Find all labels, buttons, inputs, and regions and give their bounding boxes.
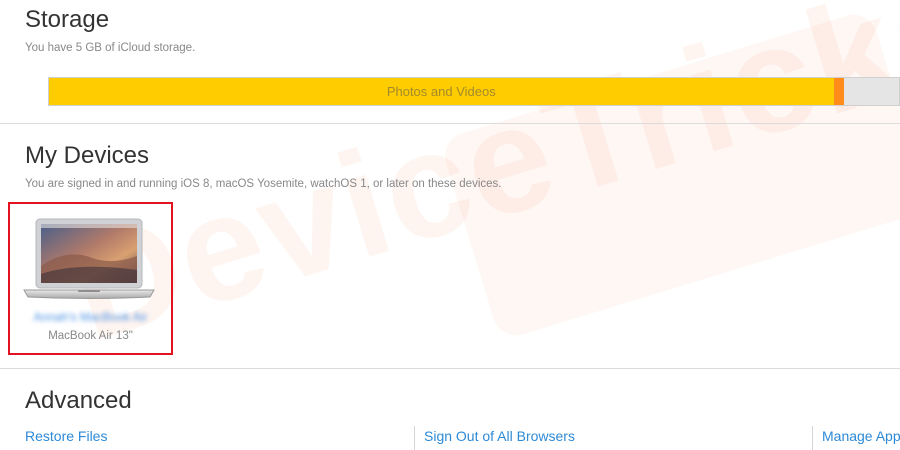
advanced-title: Advanced: [25, 387, 132, 414]
devices-subtitle: You are signed in and running iOS 8, mac…: [25, 178, 502, 190]
storage-photos-label: Photos and Videos: [386, 84, 496, 99]
devices-title: My Devices: [25, 142, 150, 169]
storage-title: Storage: [25, 6, 110, 33]
storage-photos-segment[interactable]: Photos and Videos: [49, 78, 834, 105]
watermark-shape: [439, 8, 900, 342]
storage-subtitle: You have 5 GB of iCloud storage.: [25, 42, 196, 54]
storage-bar[interactable]: Photos and Videos: [48, 77, 900, 106]
manage-apps-link[interactable]: Manage Apps: [822, 428, 900, 444]
sign-out-all-browsers-link[interactable]: Sign Out of All Browsers: [424, 428, 575, 444]
section-divider: [0, 368, 900, 369]
device-name: Annah's MacBook Air: [33, 310, 148, 324]
device-card-macbook-air[interactable]: Annah's MacBook Air MacBook Air 13": [8, 202, 173, 355]
storage-other-segment[interactable]: [833, 78, 844, 105]
restore-files-link[interactable]: Restore Files: [25, 428, 107, 444]
macbook-air-icon: [23, 218, 155, 299]
device-model: MacBook Air 13": [48, 330, 133, 342]
section-divider: [0, 123, 900, 124]
link-separator: [414, 426, 415, 450]
icloud-settings-page: DeviceTricks Storage You have 5 GB of iC…: [0, 0, 900, 450]
link-separator: [812, 426, 813, 450]
